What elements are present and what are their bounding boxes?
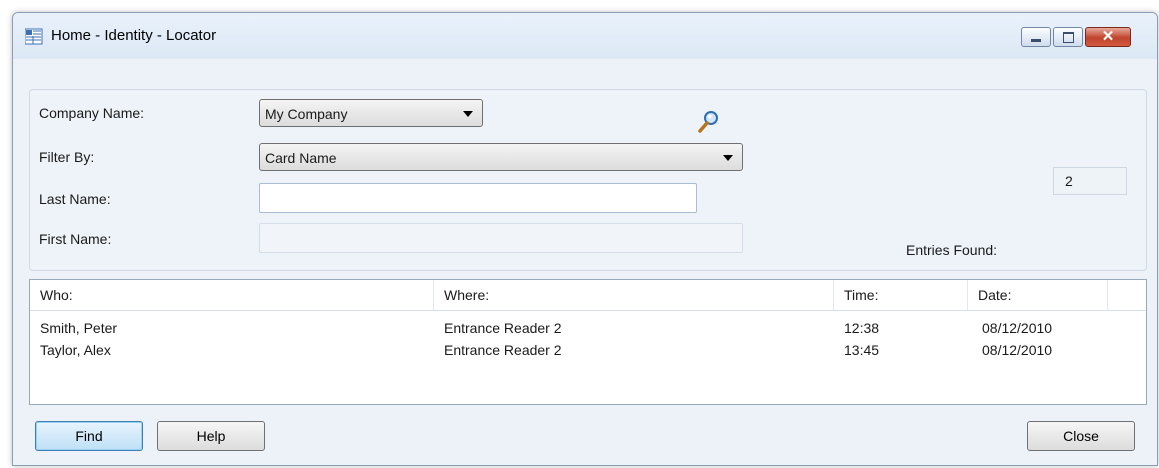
minimize-button[interactable] — [1021, 27, 1051, 47]
cell-time: 13:45 — [844, 342, 880, 358]
filter-by-value: Card Name — [265, 150, 337, 166]
cell-time: 12:38 — [844, 320, 880, 336]
close-button[interactable]: Close — [1027, 421, 1135, 451]
find-button[interactable]: Find — [35, 421, 143, 451]
last-name-field[interactable] — [259, 183, 697, 213]
minimize-icon — [1031, 39, 1041, 42]
help-button[interactable]: Help — [157, 421, 265, 451]
column-header-where[interactable]: Where: — [434, 280, 834, 310]
chevron-down-icon — [463, 111, 473, 117]
maximize-icon — [1063, 32, 1074, 43]
entries-found-label: Entries Found: — [906, 242, 998, 258]
cell-where: Entrance Reader 2 — [444, 320, 562, 336]
chevron-down-icon — [723, 155, 733, 161]
cell-date: 08/12/2010 — [982, 342, 1053, 358]
table-row[interactable]: Taylor, Alex Entrance Reader 2 13:45 08/… — [30, 339, 1130, 361]
first-name-input[interactable] — [260, 224, 742, 252]
table-row[interactable]: Smith, Peter Entrance Reader 2 12:38 08/… — [30, 317, 1130, 339]
results-list[interactable]: Who: Where: Time: Date: Smith, Peter Ent… — [29, 279, 1147, 405]
search-icon[interactable] — [697, 110, 719, 134]
window-title: Home - Identity - Locator — [51, 27, 217, 44]
company-name-label: Company Name: — [39, 105, 145, 121]
filter-by-dropdown[interactable]: Card Name — [259, 143, 743, 171]
app-grid-icon — [25, 28, 43, 45]
window-close-button[interactable]: ✕ — [1085, 27, 1131, 47]
cell-date: 08/12/2010 — [982, 320, 1053, 336]
company-name-dropdown[interactable]: My Company — [259, 99, 483, 127]
close-icon: ✕ — [1101, 28, 1115, 45]
entries-found-value: 2 — [1065, 173, 1073, 189]
column-header-date[interactable]: Date: — [968, 280, 1108, 310]
locator-window: Home - Identity - Locator ✕ Company Name… — [12, 12, 1158, 466]
column-header-time[interactable]: Time: — [834, 280, 968, 310]
last-name-label: Last Name: — [39, 191, 111, 207]
company-name-value: My Company — [265, 106, 348, 122]
filter-by-label: Filter By: — [39, 149, 95, 165]
cell-who: Taylor, Alex — [40, 342, 111, 358]
last-name-input[interactable] — [260, 184, 696, 212]
first-name-field[interactable] — [259, 223, 743, 253]
results-header: Who: Where: Time: Date: — [30, 280, 1146, 311]
cell-who: Smith, Peter — [40, 320, 118, 336]
first-name-label: First Name: — [39, 231, 112, 247]
title-bar: Home - Identity - Locator ✕ — [13, 13, 1157, 59]
entries-found-box: 2 — [1053, 167, 1127, 195]
maximize-button[interactable] — [1053, 27, 1083, 47]
cell-where: Entrance Reader 2 — [444, 342, 562, 358]
column-header-who[interactable]: Who: — [30, 280, 434, 310]
